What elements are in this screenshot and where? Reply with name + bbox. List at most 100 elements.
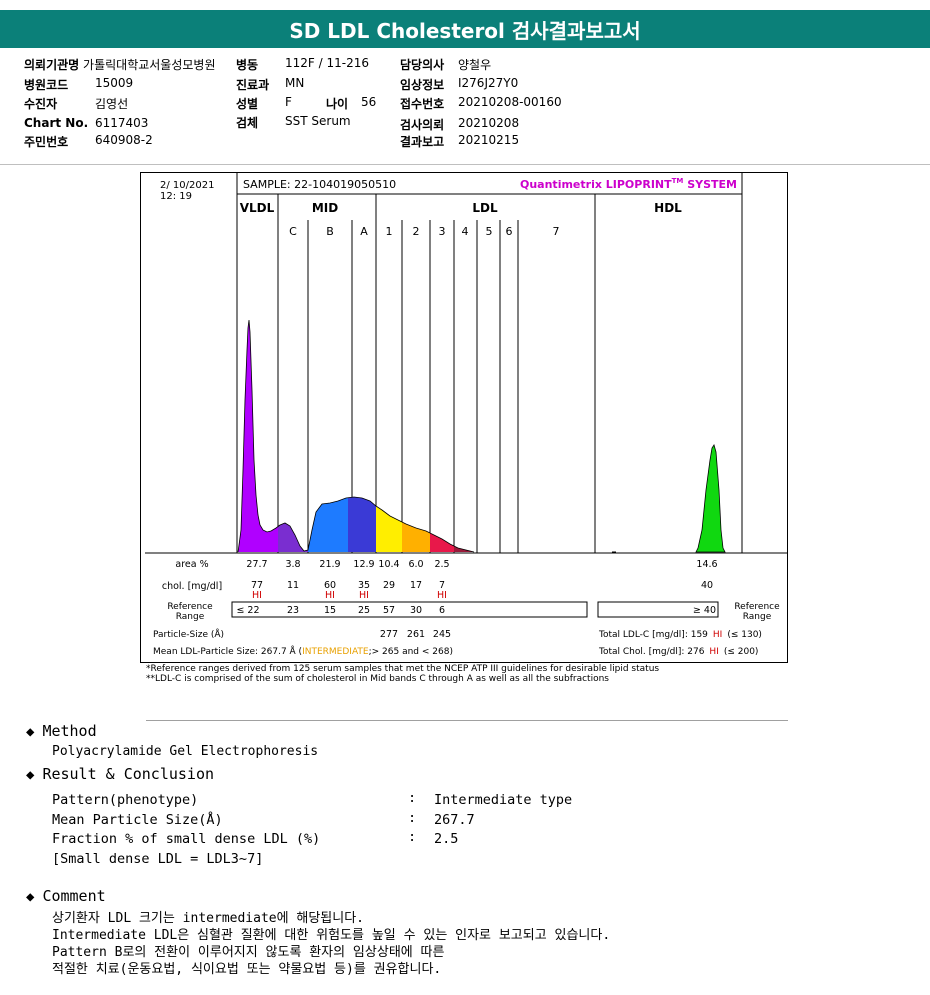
report-title: SD LDL Cholesterol 검사결과보고서	[0, 10, 930, 48]
band-label-7: 7	[553, 225, 560, 238]
band-label-5: 5	[486, 225, 493, 238]
info-accession: 접수번호	[400, 97, 445, 111]
reference-label-right-2: Range	[743, 612, 772, 622]
info-physician-value: 양철우	[458, 58, 492, 72]
ref-ldl2: 30	[410, 605, 422, 616]
chart-time: 12: 19	[160, 191, 192, 202]
mean-ldl-size-label: Mean LDL-Particle Size: 267.7 Å (	[153, 645, 302, 657]
group-label-ldl: LDL	[472, 201, 498, 215]
chart-date: 2/ 10/2021	[160, 180, 214, 191]
area-ldl3: 2.5	[434, 559, 449, 570]
chol-label: chol. [mg/dl]	[162, 581, 222, 592]
info-resident-no: 주민번호	[24, 135, 69, 149]
method-heading-label: Method	[42, 722, 97, 740]
mean-ldl-size: Mean LDL-Particle Size: 267.7 Å (INTERME…	[153, 645, 453, 657]
ref-vldl: ≤ 22	[236, 605, 259, 616]
info-sex: 성별	[236, 97, 259, 111]
hdl-peak	[695, 444, 726, 553]
method-heading: ◆ Method	[26, 722, 97, 740]
method-text: Polyacrylamide Gel Electrophoresis	[52, 744, 319, 759]
group-label-mid: MID	[312, 201, 338, 215]
info-patient: 수진자	[24, 97, 58, 111]
particle-size-1: 277	[380, 629, 398, 640]
info-reported-value: 20210215	[458, 133, 520, 147]
particle-size-3: 245	[433, 629, 451, 640]
chol-ldl1: 29	[383, 580, 395, 591]
chol-hdl: 40	[701, 580, 713, 591]
result-colon: :	[408, 790, 417, 806]
hi-flag-vldl: HI	[252, 590, 262, 601]
area-vldl: 27.7	[246, 559, 267, 570]
area-a: 12.9	[353, 559, 374, 570]
info-requested: 검사의뢰	[400, 118, 445, 132]
lipoprint-chart: 2/ 10/2021 12: 19 SAMPLE: 22-10401905051…	[140, 172, 788, 663]
diamond-bullet-icon: ◆	[26, 767, 35, 783]
total-chol-ref: (≤ 200)	[724, 647, 759, 657]
reference-label-right-1: Reference	[734, 602, 780, 612]
info-label: 의뢰기관명	[24, 58, 80, 72]
total-ldl-label: Total LDL-C [mg/dl]: 159	[598, 630, 708, 640]
result-colon: :	[408, 829, 417, 845]
info-age-value: 56	[361, 95, 377, 109]
section-divider	[146, 720, 788, 721]
band-label-3: 3	[439, 225, 446, 238]
ldl1-area	[376, 506, 402, 552]
mean-ldl-type: INTERMEDIATE	[302, 647, 369, 657]
band-label-6: 6	[506, 225, 513, 238]
info-department-value: MN	[285, 76, 305, 90]
info-physician: 담당의사	[400, 58, 445, 72]
system-name-main: Quantimetrix LIPOPRINT	[520, 178, 672, 191]
comment-line-4: 적절한 치료(운동요법, 식이요법 또는 약물요법 등)를 권유합니다.	[52, 962, 442, 977]
area-c: 3.8	[285, 559, 300, 570]
info-specimen-value: SST Serum	[285, 114, 351, 128]
comment-heading: ◆ Comment	[26, 887, 106, 905]
info-hospital-code-value: 15009	[95, 76, 134, 90]
diamond-bullet-icon: ◆	[26, 724, 35, 740]
ref-hdl: ≥ 40	[693, 605, 716, 616]
mean-ldl-range: ;> 265 and < 268)	[369, 647, 453, 657]
info-chart-no: Chart No.	[24, 116, 89, 130]
result-label-mean-size: Mean Particle Size(Å)	[52, 812, 223, 828]
band-label-c: C	[289, 225, 297, 238]
sample-id: SAMPLE: 22-104019050510	[243, 178, 396, 191]
hi-flag-ldl3: HI	[437, 590, 447, 601]
reference-label-2: Range	[176, 612, 205, 622]
total-chol: Total Chol. [mg/dl]: 276 HI (≤ 200)	[598, 647, 758, 657]
info-age: 나이	[326, 97, 349, 111]
chol-ldl2: 17	[410, 580, 422, 591]
result-heading: ◆ Result & Conclusion	[26, 765, 214, 783]
info-specimen: 검체	[236, 116, 259, 130]
info-requested-value: 20210208	[458, 116, 520, 130]
chart-frame	[140, 172, 788, 663]
info-department: 진료과	[236, 78, 270, 92]
chol-c: 11	[287, 580, 299, 591]
footnote-1: *Reference ranges derived from 125 serum…	[146, 664, 660, 674]
info-requesting-institution: 의뢰기관명 가톨릭대학교서울성모병원	[24, 56, 216, 73]
system-tm: TM	[672, 177, 684, 185]
info-ward: 병동	[236, 58, 259, 72]
comment-heading-label: Comment	[42, 887, 106, 905]
densitometry-curve	[237, 319, 726, 553]
ref-b: 15	[324, 605, 336, 616]
footnote-2: **LDL-C is comprised of the sum of chole…	[146, 674, 609, 684]
area-hdl: 14.6	[696, 559, 717, 570]
header-divider	[0, 164, 930, 165]
band-label-a: A	[360, 225, 368, 238]
result-value-pattern: Intermediate type	[434, 792, 573, 808]
area-b: 21.9	[319, 559, 340, 570]
info-resident-no-value: 640908-2	[95, 133, 153, 147]
result-value-fraction: 2.5	[434, 831, 459, 847]
group-label-hdl: HDL	[654, 201, 682, 215]
info-reported: 결과보고	[400, 135, 445, 149]
result-heading-label: Result & Conclusion	[42, 765, 215, 783]
particle-size-label: Particle-Size (Å)	[153, 628, 224, 640]
total-chol-flag: HI	[709, 647, 718, 657]
info-patient-value: 김영선	[95, 97, 129, 111]
info-clinical: 임상정보	[400, 78, 445, 92]
diamond-bullet-icon: ◆	[26, 889, 35, 905]
result-label-pattern: Pattern(phenotype)	[52, 792, 199, 808]
band-label-2: 2	[413, 225, 420, 238]
band-label-b: B	[326, 225, 334, 238]
info-ward-value: 112F / 11-216	[285, 56, 369, 70]
info-hospital-code: 병원코드	[24, 76, 68, 93]
